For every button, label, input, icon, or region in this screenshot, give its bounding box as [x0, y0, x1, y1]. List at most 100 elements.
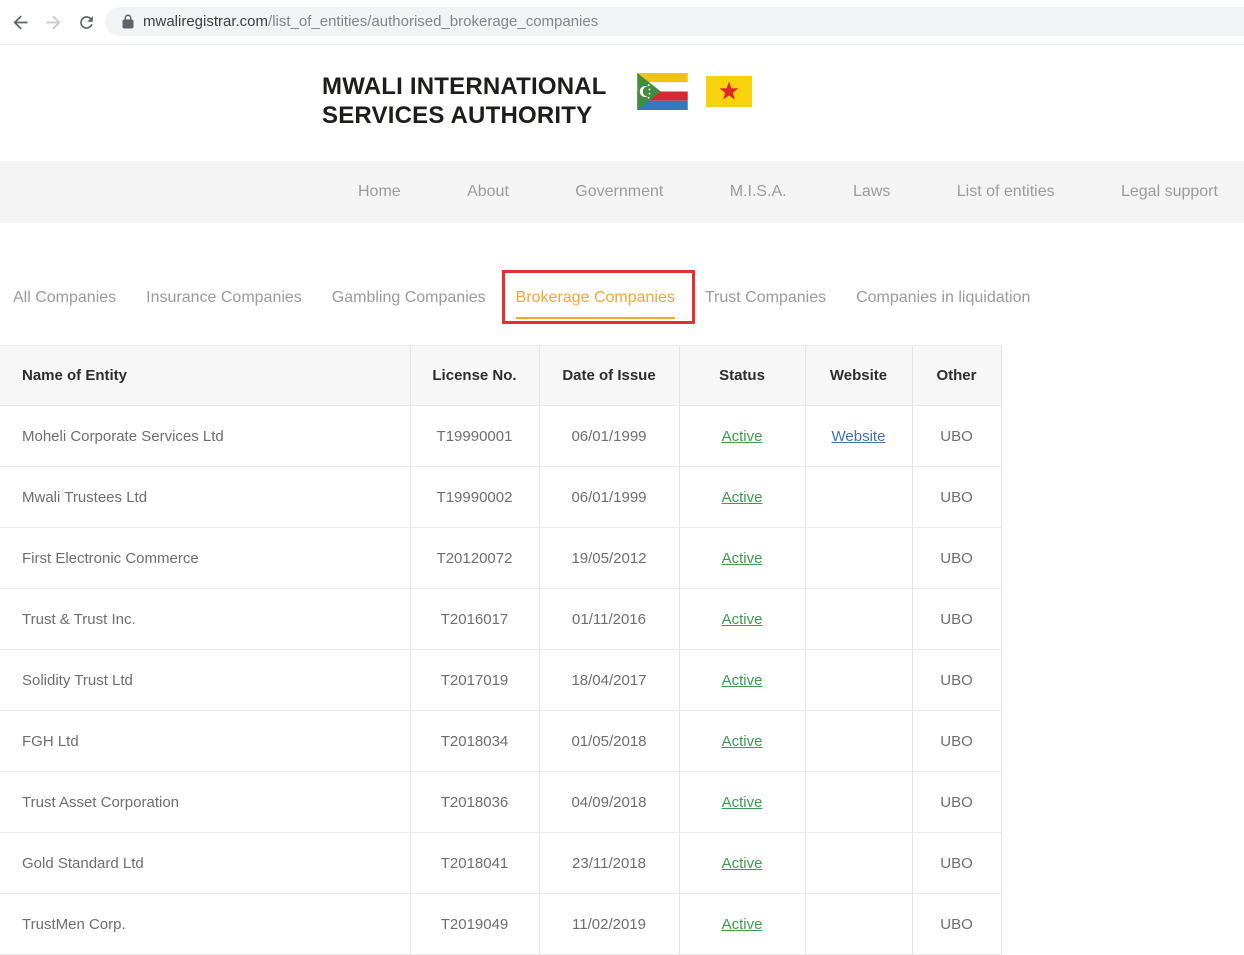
reload-button[interactable]	[74, 10, 98, 34]
cell-date-of-issue: 06/01/1999	[539, 467, 679, 528]
column-header-license-no: License No.	[410, 346, 539, 406]
tab-all-companies[interactable]: All Companies	[13, 290, 116, 319]
cell-status: Active	[679, 528, 805, 589]
column-header-name-of-entity: Name of Entity	[0, 346, 410, 406]
tab-brokerage-companies[interactable]: Brokerage Companies	[516, 290, 675, 319]
table-row: Trust & Trust Inc.T201601701/11/2016Acti…	[0, 589, 1001, 650]
cell-license-no: T2018034	[410, 711, 539, 772]
cell-status: Active	[679, 406, 805, 467]
cell-other: UBO	[912, 833, 1001, 894]
nav-item-laws[interactable]: Laws	[853, 183, 890, 201]
status-link[interactable]: Active	[722, 489, 763, 506]
site-title-line2: SERVICES AUTHORITY	[322, 101, 607, 130]
nav-item-home[interactable]: Home	[358, 183, 401, 201]
status-link[interactable]: Active	[722, 550, 763, 567]
cell-website: Website	[805, 406, 912, 467]
tab-gambling-companies[interactable]: Gambling Companies	[332, 290, 486, 319]
cell-date-of-issue: 01/05/2018	[539, 711, 679, 772]
column-header-date-of-issue: Date of Issue	[539, 346, 679, 406]
table-row: Mwali Trustees LtdT1999000206/01/1999 Act…	[0, 467, 1001, 528]
column-header-other: Other	[912, 346, 1001, 406]
cell-website	[805, 589, 912, 650]
lock-icon[interactable]	[122, 14, 134, 29]
cell-website	[805, 711, 912, 772]
cell-status: Active	[679, 589, 805, 650]
tab-insurance-companies[interactable]: Insurance Companies	[146, 290, 302, 319]
cell-other: UBO	[912, 894, 1001, 955]
entity-tabs: All Companies Insurance Companies Gambling…	[13, 290, 1030, 319]
nav-item-legal-support[interactable]: Legal support	[1121, 183, 1218, 201]
url-path: /list_of_entities/authorised_brokerage_c…	[268, 13, 598, 30]
status-link[interactable]: Active	[722, 672, 763, 689]
cell-date-of-issue: 23/11/2018	[539, 833, 679, 894]
nav-item-list-of-entities[interactable]: List of entities	[957, 183, 1055, 201]
browser-toolbar: mwaliregistrar.com/list_of_entities/auth…	[0, 0, 1244, 45]
cell-entity-name: Gold Standard Ltd	[0, 833, 410, 894]
cell-entity-name: First Electronic Commerce	[0, 528, 410, 589]
main-nav: Home About Government M.I.S.A. Laws List of e…	[0, 161, 1244, 223]
annotation-highlight-box	[502, 270, 695, 324]
cell-date-of-issue: 11/02/2019	[539, 894, 679, 955]
table-body: Moheli Corporate Services LtdT1999000106…	[0, 406, 1001, 955]
website-link[interactable]: Website	[832, 428, 886, 445]
cell-other: UBO	[912, 406, 1001, 467]
cell-entity-name: Trust Asset Corporation	[0, 772, 410, 833]
cell-status: Active	[679, 650, 805, 711]
status-link[interactable]: Active	[722, 733, 763, 750]
reload-icon	[77, 13, 96, 32]
table-row: TrustMen Corp.T201904911/02/2019 Active UB…	[0, 894, 1001, 955]
cell-website	[805, 772, 912, 833]
cell-status: Active	[679, 772, 805, 833]
status-link[interactable]: Active	[722, 916, 763, 933]
nav-item-about[interactable]: About	[467, 183, 509, 201]
cell-license-no: T2018036	[410, 772, 539, 833]
cell-website	[805, 894, 912, 955]
status-link[interactable]: Active	[722, 611, 763, 628]
cell-other: UBO	[912, 528, 1001, 589]
nav-item-government[interactable]: Government	[575, 183, 663, 201]
cell-status: Active	[679, 711, 805, 772]
site-title: MWALI INTERNATIONAL SERVICES AUTHORITY	[322, 72, 607, 130]
table-row: First Electronic CommerceT2012007219/05/…	[0, 528, 1001, 589]
forward-arrow-icon	[43, 12, 64, 33]
forward-button[interactable]	[41, 10, 65, 34]
table-row: Moheli Corporate Services LtdT1999000106…	[0, 406, 1001, 467]
cell-license-no: T2019049	[410, 894, 539, 955]
cell-date-of-issue: 18/04/2017	[539, 650, 679, 711]
table-row: Trust Asset CorporationT201803604/09/201…	[0, 772, 1001, 833]
cell-date-of-issue: 01/11/2016	[539, 589, 679, 650]
cell-date-of-issue: 19/05/2012	[539, 528, 679, 589]
cell-license-no: T19990002	[410, 467, 539, 528]
cell-license-no: T20120072	[410, 528, 539, 589]
tab-companies-in-liquidation[interactable]: Companies in liquidation	[856, 290, 1030, 319]
table-row: FGH LtdT201803401/05/2018ActiveUBO	[0, 711, 1001, 772]
cell-website	[805, 528, 912, 589]
url-input[interactable]: mwaliregistrar.com/list_of_entities/auth…	[105, 7, 1244, 36]
cell-status: Active	[679, 894, 805, 955]
table-header: Name of EntityLicense No.Date of IssueSt…	[0, 346, 1001, 406]
status-link[interactable]: Active	[722, 428, 763, 445]
cell-website	[805, 833, 912, 894]
back-button[interactable]	[8, 10, 32, 34]
cell-entity-name: TrustMen Corp.	[0, 894, 410, 955]
cell-license-no: T2016017	[410, 589, 539, 650]
table-row: Gold Standard LtdT201804123/11/2018Activ…	[0, 833, 1001, 894]
cell-other: UBO	[912, 772, 1001, 833]
status-link[interactable]: Active	[722, 855, 763, 872]
nav-item-m-i-s-a[interactable]: M.I.S.A.	[730, 183, 787, 201]
cell-status: Active	[679, 467, 805, 528]
cell-other: UBO	[912, 467, 1001, 528]
cell-entity-name: Moheli Corporate Services Ltd	[0, 406, 410, 467]
cell-website	[805, 650, 912, 711]
tab-trust-companies[interactable]: Trust Companies	[705, 290, 826, 319]
site-title-line1: MWALI INTERNATIONAL	[322, 72, 607, 101]
url-domain: mwaliregistrar.com	[143, 13, 268, 30]
table-header-row: Name of EntityLicense No.Date of IssueSt…	[0, 346, 1001, 406]
cell-entity-name: Mwali Trustees Ltd	[0, 467, 410, 528]
entities-table: Name of EntityLicense No.Date of IssueSt…	[0, 345, 1002, 955]
cell-license-no: T19990001	[410, 406, 539, 467]
status-link[interactable]: Active	[722, 794, 763, 811]
back-arrow-icon	[10, 12, 31, 33]
cell-license-no: T2017019	[410, 650, 539, 711]
cell-status: Active	[679, 833, 805, 894]
